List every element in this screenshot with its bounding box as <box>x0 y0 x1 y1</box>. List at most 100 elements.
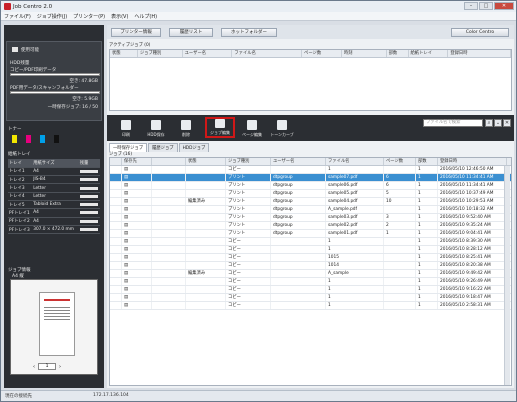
active-jobs-title: アクティブジョブ (0) <box>109 43 151 48</box>
active-col-header[interactable]: 部数 <box>387 50 409 57</box>
job-col-header[interactable]: 部数 <box>416 158 438 165</box>
tray-row[interactable]: トレイ3 Letter <box>8 183 100 193</box>
status-bar: 現在の接続先 172.17.136.104 <box>1 390 516 401</box>
job-col-header[interactable]: ユーザー名 <box>271 158 326 165</box>
app-window: Job Centro 2.0 – □ ✕ ファイル(F) ジョブ操作(J) プリンタ… <box>0 0 517 402</box>
row-cell <box>186 166 226 173</box>
job-col-header[interactable]: ページ数 <box>384 158 416 165</box>
tray-row[interactable]: PFトレイ2 A4 <box>8 217 100 226</box>
table-row[interactable]: ▤ コピー 1 1 2016/05/10 12:46:50 AM <box>110 166 511 174</box>
tray-row[interactable]: トレイ5 Tabloid Extra <box>8 200 100 210</box>
menu-item-0[interactable]: ファイル(F) <box>4 13 31 20</box>
job-col-header[interactable] <box>152 158 186 165</box>
active-col-header[interactable]: 登録日時 <box>448 50 511 57</box>
job-col-header[interactable]: ファイル名 <box>326 158 384 165</box>
table-row[interactable]: ▤ コピー 1 1 2016/05/10 8:28:12 AM <box>110 246 511 254</box>
next-page-icon[interactable]: › <box>59 364 61 370</box>
table-row[interactable]: ▤ プリント dtpgroup sample05.pdf 5 1 2016/05/10 10… <box>110 190 511 198</box>
table-row[interactable]: ▤ コピー 1014 1 2016/05/10 8:20:38 AM <box>110 262 511 270</box>
row-cell <box>186 206 226 213</box>
tab-2[interactable]: HDDジョブ <box>178 143 210 152</box>
table-row[interactable]: ▤ プリント dtpgroup sample03.pdf 3 1 2016/05/10 9:… <box>110 214 511 222</box>
tone-curve-button[interactable]: トーンカーブ <box>269 117 295 138</box>
table-row[interactable]: ▤ プリント dtpgroup sample07.pdf 6 1 2016/05/10 11… <box>110 174 511 182</box>
row-cell <box>152 270 186 277</box>
menu-item-4[interactable]: ヘルプ(H) <box>134 13 157 20</box>
hot-folder-button[interactable]: ホットフォルダー <box>221 27 277 37</box>
tray-row[interactable]: トレイ1 A4 <box>8 167 100 177</box>
job-col-header[interactable]: 保存先 <box>122 158 152 165</box>
active-col-header[interactable]: ページ数 <box>302 50 342 57</box>
prev-page-icon[interactable]: ‹ <box>33 364 35 370</box>
hdd-save-button[interactable]: HDD保存 <box>143 117 169 138</box>
row-cell: コピー <box>226 262 271 269</box>
print-button[interactable]: 印刷 <box>113 117 139 138</box>
delete-button[interactable]: 削除 <box>173 117 199 138</box>
row-cell <box>110 230 122 237</box>
active-col-header[interactable]: 状態 <box>110 50 138 57</box>
close-icon[interactable]: ✕ <box>494 2 514 10</box>
tray-row[interactable]: PFトレイ3 307.0 × 472.0 mm <box>8 225 100 235</box>
row-cell <box>186 246 226 253</box>
menu-item-1[interactable]: ジョブ操作(J) <box>37 13 67 20</box>
row-cell: 1 <box>416 206 438 213</box>
table-row[interactable]: ▤ プリント dtpgroup sample02.pdf 2 1 2016/05/10 9:… <box>110 222 511 230</box>
row-cell: dtpgroup <box>271 174 326 181</box>
tray-row[interactable]: トレイ2 JIS-B4 <box>8 175 100 185</box>
job-col-header[interactable]: 登録日時 <box>438 158 507 165</box>
table-row[interactable]: ▤ コピー 1 1 2016/05/10 9:26:49 AM <box>110 278 511 286</box>
page-edit-button[interactable]: ページ編集 <box>239 117 265 138</box>
table-row[interactable]: ▤ コピー 1 1 2016/05/10 9:16:22 AM <box>110 286 511 294</box>
row-cell: 2016/05/10 8:20:38 AM <box>438 262 507 269</box>
table-row[interactable]: ▤ コピー 1 1 2016/05/10 9:18:47 AM <box>110 294 511 302</box>
storage-icon: ▤ <box>122 166 152 173</box>
table-row[interactable]: ▤ コピー 1 1 2016/05/10 8:39:30 AM <box>110 238 511 246</box>
printer-status: 使用可能 <box>21 48 39 53</box>
table-row[interactable]: ▤ プリント dtpgroup sample01.pdf 1 1 2016/05/10 9:… <box>110 230 511 238</box>
active-col-header[interactable]: 給紙トレイ <box>409 50 449 57</box>
search-input[interactable]: ファイル名で検索 <box>423 119 483 127</box>
table-row[interactable]: ▤ プリント dtpgroup A_sample.pdf 1 2016/05/10 10:… <box>110 206 511 214</box>
row-cell: コピー <box>226 302 271 309</box>
job-col-header[interactable]: 状態 <box>186 158 226 165</box>
row-cell <box>152 182 186 189</box>
job-edit-button[interactable]: ジョブ編集 <box>205 117 235 138</box>
job-col-header[interactable]: ジョブ種別 <box>226 158 271 165</box>
menu-item-3[interactable]: 表示(V) <box>111 13 128 20</box>
search-icon[interactable]: ⌕ <box>485 119 493 127</box>
row-cell: dtpgroup <box>271 230 326 237</box>
table-row[interactable]: ▤ コピー 1 1 2016/05/10 2:58:31 AM <box>110 302 511 310</box>
tray-row[interactable]: トレイ4 Letter <box>8 192 100 202</box>
storage-icon: ▤ <box>122 174 152 181</box>
color-centro-button[interactable]: Color Centro <box>451 27 509 37</box>
row-cell: 2016/05/10 8:28:12 AM <box>438 246 507 253</box>
tab-1[interactable]: 履歴ジョブ <box>148 143 178 152</box>
table-row[interactable]: ▤ 編集済み プリント dtpgroup sample04.pdf 10 1 2016/05/… <box>110 198 511 206</box>
minimize-icon[interactable]: – <box>464 2 478 10</box>
page-number-field[interactable]: 1 <box>38 363 56 370</box>
close-search-icon[interactable]: ✕ <box>503 119 511 127</box>
active-col-header[interactable]: ジョブ種別 <box>138 50 183 57</box>
active-col-header[interactable]: 時刻 <box>342 50 387 57</box>
history-list-button[interactable]: 履歴リスト <box>169 27 213 37</box>
active-col-header[interactable]: ファイル名 <box>232 50 303 57</box>
table-row[interactable]: ▤ 編集済み コピー A_sample 1 2016/05/10 9:49:42 AM <box>110 270 511 278</box>
row-cell <box>152 198 186 205</box>
jobs-scrollbar[interactable] <box>504 166 510 385</box>
row-cell <box>186 262 226 269</box>
chevron-down-icon[interactable]: ⌄ <box>494 119 502 127</box>
menu-item-2[interactable]: プリンター(P) <box>73 13 105 20</box>
table-row[interactable]: ▤ プリント dtpgroup sample06.pdf 6 1 2016/05/10 11… <box>110 182 511 190</box>
printer-info-button[interactable]: プリンター情報 <box>111 27 161 37</box>
row-cell: 2 <box>384 222 416 229</box>
tray-level-cell <box>78 167 100 177</box>
row-cell: 1 <box>326 278 384 285</box>
tone-curve-icon <box>277 120 287 130</box>
active-col-header[interactable]: ユーザー名 <box>183 50 233 57</box>
table-row[interactable]: ▤ コピー 1015 1 2016/05/10 8:25:41 AM <box>110 254 511 262</box>
row-cell: sample05.pdf <box>326 190 384 197</box>
tray-row[interactable]: PFトレイ1 A4 <box>8 208 100 218</box>
storage-icon: ▤ <box>122 246 152 253</box>
job-col-header[interactable] <box>110 158 122 165</box>
maximize-icon[interactable]: □ <box>479 2 493 10</box>
